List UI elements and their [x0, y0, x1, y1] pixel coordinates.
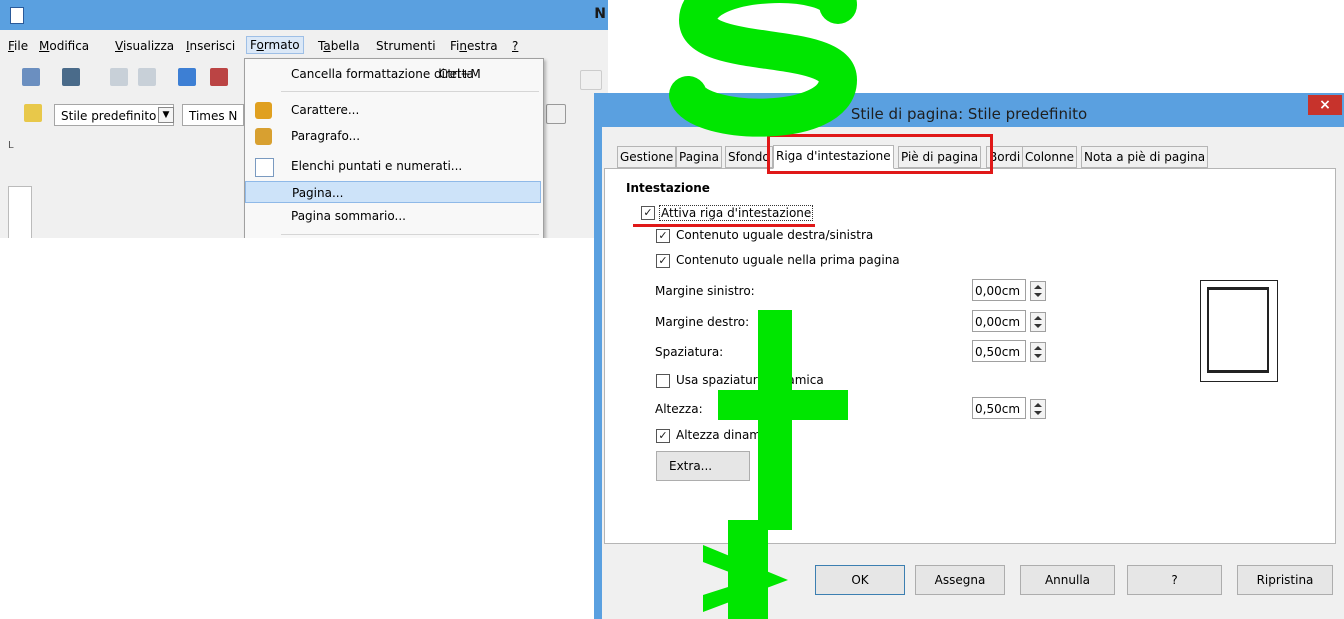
- spacing-spinner[interactable]: 0,50cm: [972, 340, 1052, 362]
- writer-titlebar: N: [0, 0, 608, 30]
- tab-gestione[interactable]: Gestione: [617, 146, 677, 168]
- left-margin-input[interactable]: 0,00cm: [972, 279, 1026, 301]
- right-margin-input[interactable]: 0,00cm: [972, 310, 1026, 332]
- dynamic-spacing-label[interactable]: Usa spaziatura dinamica: [676, 373, 824, 387]
- export-icon[interactable]: [138, 68, 156, 86]
- height-label: Altezza:: [655, 402, 703, 416]
- menu-file[interactable]: File: [8, 39, 28, 53]
- tab-colonne[interactable]: Colonne: [1022, 146, 1077, 168]
- menu-finestra[interactable]: Finestra: [450, 39, 498, 53]
- spin-arrows-icon[interactable]: [1030, 342, 1046, 362]
- section-title: Intestazione: [626, 181, 710, 195]
- font-name-select[interactable]: Times N: [182, 104, 244, 126]
- same-content-first-label[interactable]: Contenuto uguale nella prima pagina: [676, 253, 900, 267]
- align-icon[interactable]: [546, 104, 566, 124]
- highlight-underline: [633, 224, 815, 227]
- menu-item-page[interactable]: Pagina...: [245, 181, 541, 203]
- spin-arrows-icon[interactable]: [1030, 312, 1046, 332]
- styles-icon[interactable]: [24, 104, 42, 122]
- dynamic-height-label[interactable]: Altezza dinamica: [676, 428, 778, 442]
- ok-button[interactable]: OK: [815, 565, 905, 595]
- paragraph-style-select[interactable]: Stile predefinito: [54, 104, 174, 126]
- menu-tabella[interactable]: Tabella: [318, 39, 360, 53]
- menu-separator: [281, 234, 539, 235]
- close-icon[interactable]: ×: [1308, 95, 1342, 115]
- character-icon: [255, 102, 272, 119]
- edit-mode-icon[interactable]: [178, 68, 196, 86]
- menu-item-title-page[interactable]: Pagina sommario...: [245, 205, 541, 227]
- tab-nota[interactable]: Nota a piè di pagina: [1081, 146, 1209, 168]
- menu-item-bullets-numbering[interactable]: Elenchi puntati e numerati...: [245, 155, 541, 177]
- formato-menu: Cancella formattazione diretta Ctrl+M Ca…: [244, 58, 544, 238]
- help-button[interactable]: ?: [1127, 565, 1222, 595]
- cancel-button[interactable]: Annulla: [1020, 565, 1115, 595]
- ruler-tab-marker: L: [8, 140, 14, 151]
- dynamic-height-checkbox[interactable]: ✓: [656, 429, 670, 443]
- height-spinner[interactable]: 0,50cm: [972, 397, 1052, 419]
- menu-bar: File Modifica Visualizza Inserisci Forma…: [0, 31, 608, 59]
- menu-formato[interactable]: Formato: [246, 36, 304, 54]
- page-preview-inner: [1207, 287, 1269, 373]
- right-margin-spinner[interactable]: 0,00cm: [972, 310, 1052, 332]
- spin-arrows-icon[interactable]: [1030, 399, 1046, 419]
- menu-strumenti[interactable]: Strumenti: [376, 39, 436, 53]
- right-margin-label: Margine destro:: [655, 315, 750, 329]
- document-icon: [10, 7, 24, 24]
- menu-inserisci[interactable]: Inserisci: [186, 39, 235, 53]
- new-document-icon[interactable]: [22, 68, 40, 86]
- left-margin-spinner[interactable]: 0,00cm: [972, 279, 1052, 301]
- menu-visualizza[interactable]: Visualizza: [115, 39, 174, 53]
- highlight-box: [767, 134, 993, 174]
- apply-button[interactable]: Assegna: [915, 565, 1005, 595]
- spacing-label: Spaziatura:: [655, 345, 724, 359]
- activate-header-checkbox[interactable]: ✓: [641, 206, 655, 220]
- spin-arrows-icon[interactable]: [1030, 281, 1046, 301]
- chevron-down-icon[interactable]: ▼: [158, 107, 174, 123]
- menu-item-clear-formatting[interactable]: Cancella formattazione diretta Ctrl+M: [245, 63, 541, 85]
- dynamic-spacing-checkbox[interactable]: [656, 374, 670, 388]
- tab-pagina[interactable]: Pagina: [676, 146, 722, 168]
- writer-window: N File Modifica Visualizza Inserisci For…: [0, 0, 608, 238]
- open-icon[interactable]: [62, 68, 80, 86]
- export-pdf-icon[interactable]: [210, 68, 228, 86]
- save-icon[interactable]: [110, 68, 128, 86]
- menu-help[interactable]: ?: [512, 39, 518, 53]
- reset-button[interactable]: Ripristina: [1237, 565, 1333, 595]
- vertical-ruler: [8, 186, 32, 238]
- activate-header-label[interactable]: Attiva riga d'intestazione: [659, 205, 814, 221]
- menu-modifica[interactable]: Modifica: [39, 39, 89, 53]
- same-content-lr-label[interactable]: Contenuto uguale destra/sinistra: [676, 228, 873, 242]
- paragraph-icon: [255, 128, 272, 145]
- height-input[interactable]: 0,50cm: [972, 397, 1026, 419]
- menu-separator: [281, 91, 539, 92]
- menu-item-paragraph[interactable]: Paragrafo...: [245, 125, 541, 147]
- left-margin-label: Margine sinistro:: [655, 284, 755, 298]
- tab-sfondo[interactable]: Sfondo: [725, 146, 773, 168]
- same-content-first-checkbox[interactable]: ✓: [656, 254, 670, 268]
- extra-button[interactable]: Extra...: [656, 451, 750, 481]
- dialog-title: Stile di pagina: Stile predefinito: [850, 105, 1088, 123]
- same-content-lr-checkbox[interactable]: ✓: [656, 229, 670, 243]
- spacing-input[interactable]: 0,50cm: [972, 340, 1026, 362]
- redo-icon[interactable]: [580, 70, 602, 90]
- list-icon: [255, 158, 274, 177]
- menu-item-character[interactable]: Carattere...: [245, 99, 541, 121]
- writer-title: N: [594, 6, 606, 22]
